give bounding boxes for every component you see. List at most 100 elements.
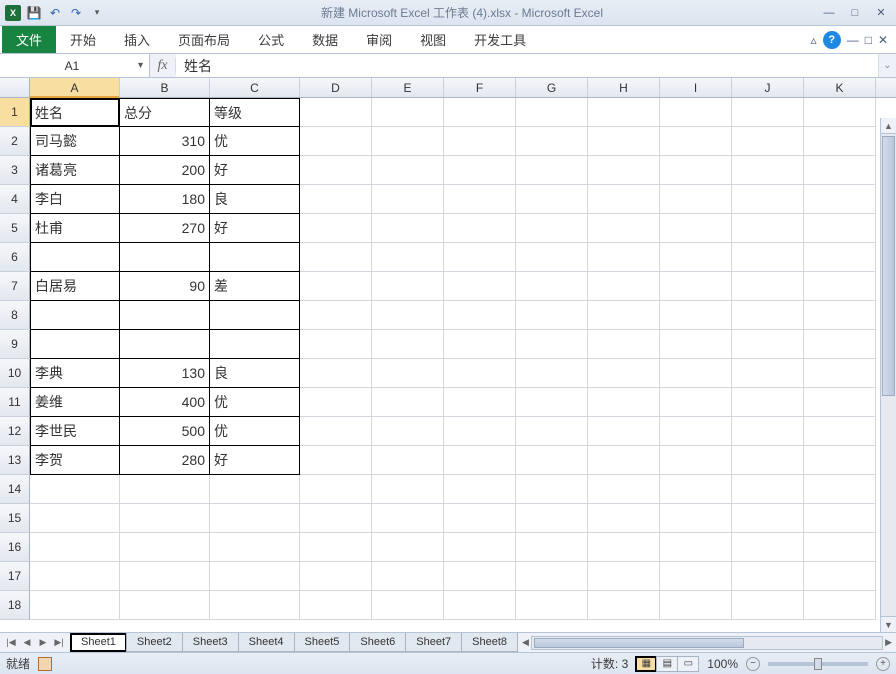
- cell-E16[interactable]: [372, 533, 444, 562]
- cell-D16[interactable]: [300, 533, 372, 562]
- cell-D3[interactable]: [300, 156, 372, 185]
- cell-I16[interactable]: [660, 533, 732, 562]
- column-header-A[interactable]: A: [30, 78, 120, 97]
- ribbon-minimize-icon[interactable]: ▵: [811, 33, 817, 47]
- cell-G8[interactable]: [516, 301, 588, 330]
- formula-bar-expand-icon[interactable]: ⌄: [878, 54, 896, 77]
- cell-E12[interactable]: [372, 417, 444, 446]
- cell-K3[interactable]: [804, 156, 876, 185]
- cell-J8[interactable]: [732, 301, 804, 330]
- ribbon-tab-审阅[interactable]: 审阅: [352, 26, 406, 53]
- row-header-17[interactable]: 17: [0, 562, 30, 591]
- cell-K13[interactable]: [804, 446, 876, 475]
- cell-G6[interactable]: [516, 243, 588, 272]
- cell-D8[interactable]: [300, 301, 372, 330]
- cell-G12[interactable]: [516, 417, 588, 446]
- cell-G18[interactable]: [516, 591, 588, 620]
- cell-G1[interactable]: [516, 98, 588, 127]
- cell-I4[interactable]: [660, 185, 732, 214]
- cell-B5[interactable]: 270: [120, 214, 210, 243]
- cell-A12[interactable]: 李世民: [30, 417, 120, 446]
- cell-J17[interactable]: [732, 562, 804, 591]
- ribbon-tab-页面布局[interactable]: 页面布局: [164, 26, 244, 53]
- cell-G11[interactable]: [516, 388, 588, 417]
- cell-I17[interactable]: [660, 562, 732, 591]
- cell-A3[interactable]: 诸葛亮: [30, 156, 120, 185]
- cell-I18[interactable]: [660, 591, 732, 620]
- cell-E13[interactable]: [372, 446, 444, 475]
- cell-B3[interactable]: 200: [120, 156, 210, 185]
- tab-nav-first-icon[interactable]: |◀: [4, 637, 18, 648]
- cell-G16[interactable]: [516, 533, 588, 562]
- cell-C1[interactable]: 等级: [210, 98, 300, 127]
- cell-H7[interactable]: [588, 272, 660, 301]
- row-header-5[interactable]: 5: [0, 214, 30, 243]
- ribbon-tab-公式[interactable]: 公式: [244, 26, 298, 53]
- cell-B2[interactable]: 310: [120, 127, 210, 156]
- cell-F3[interactable]: [444, 156, 516, 185]
- row-header-13[interactable]: 13: [0, 446, 30, 475]
- cell-J14[interactable]: [732, 475, 804, 504]
- cell-I3[interactable]: [660, 156, 732, 185]
- sheet-tab-Sheet3[interactable]: Sheet3: [182, 633, 239, 652]
- sheet-tab-Sheet7[interactable]: Sheet7: [405, 633, 462, 652]
- cell-J12[interactable]: [732, 417, 804, 446]
- cell-J9[interactable]: [732, 330, 804, 359]
- cell-A2[interactable]: 司马懿: [30, 127, 120, 156]
- cell-C6[interactable]: [210, 243, 300, 272]
- cell-K1[interactable]: [804, 98, 876, 127]
- cell-D15[interactable]: [300, 504, 372, 533]
- sheet-tab-Sheet6[interactable]: Sheet6: [349, 633, 406, 652]
- column-header-B[interactable]: B: [120, 78, 210, 97]
- cell-F8[interactable]: [444, 301, 516, 330]
- cell-J11[interactable]: [732, 388, 804, 417]
- cell-H14[interactable]: [588, 475, 660, 504]
- cell-J3[interactable]: [732, 156, 804, 185]
- cell-B18[interactable]: [120, 591, 210, 620]
- vertical-scrollbar[interactable]: ▲ ▼: [880, 118, 896, 632]
- cell-J4[interactable]: [732, 185, 804, 214]
- cell-F1[interactable]: [444, 98, 516, 127]
- cell-D12[interactable]: [300, 417, 372, 446]
- cell-D1[interactable]: [300, 98, 372, 127]
- cell-J15[interactable]: [732, 504, 804, 533]
- cell-C12[interactable]: 优: [210, 417, 300, 446]
- cell-H15[interactable]: [588, 504, 660, 533]
- cell-C17[interactable]: [210, 562, 300, 591]
- cell-G4[interactable]: [516, 185, 588, 214]
- cell-I13[interactable]: [660, 446, 732, 475]
- column-header-G[interactable]: G: [516, 78, 588, 97]
- column-header-K[interactable]: K: [804, 78, 876, 97]
- cell-A4[interactable]: 李白: [30, 185, 120, 214]
- cell-B9[interactable]: [120, 330, 210, 359]
- undo-icon[interactable]: ↶: [46, 4, 64, 22]
- zoom-level[interactable]: 100%: [707, 657, 738, 671]
- cell-J16[interactable]: [732, 533, 804, 562]
- cell-F13[interactable]: [444, 446, 516, 475]
- cell-H17[interactable]: [588, 562, 660, 591]
- cell-A9[interactable]: [30, 330, 120, 359]
- cell-E3[interactable]: [372, 156, 444, 185]
- cell-F18[interactable]: [444, 591, 516, 620]
- close-button[interactable]: ✕: [870, 5, 892, 21]
- qat-dropdown-icon[interactable]: ▾: [88, 4, 106, 22]
- cell-K16[interactable]: [804, 533, 876, 562]
- cell-K17[interactable]: [804, 562, 876, 591]
- zoom-slider-thumb[interactable]: [814, 658, 822, 670]
- row-header-11[interactable]: 11: [0, 388, 30, 417]
- column-header-H[interactable]: H: [588, 78, 660, 97]
- cell-H12[interactable]: [588, 417, 660, 446]
- cell-B16[interactable]: [120, 533, 210, 562]
- column-header-C[interactable]: C: [210, 78, 300, 97]
- redo-icon[interactable]: ↷: [67, 4, 85, 22]
- cell-H18[interactable]: [588, 591, 660, 620]
- cell-D7[interactable]: [300, 272, 372, 301]
- scroll-right-icon[interactable]: ▶: [885, 637, 892, 648]
- cell-F11[interactable]: [444, 388, 516, 417]
- ribbon-tab-开发工具[interactable]: 开发工具: [460, 26, 540, 53]
- scroll-left-icon[interactable]: ◀: [522, 637, 529, 648]
- cell-C8[interactable]: [210, 301, 300, 330]
- cell-J6[interactable]: [732, 243, 804, 272]
- cell-I6[interactable]: [660, 243, 732, 272]
- cell-D6[interactable]: [300, 243, 372, 272]
